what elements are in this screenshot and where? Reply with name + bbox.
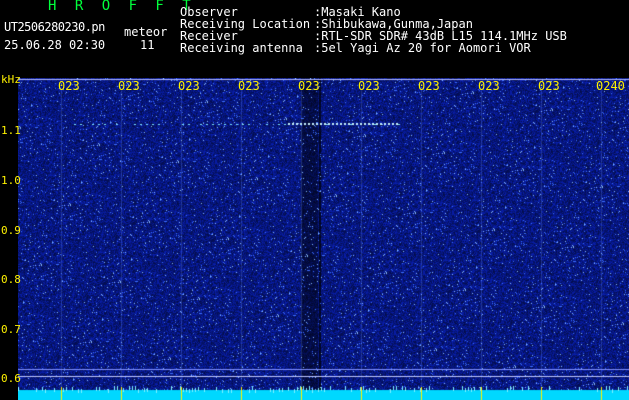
y-tick-label: 0.8 [1, 273, 21, 286]
time-tick-label: 023 [238, 79, 260, 93]
time-tick-label: 023 [538, 79, 560, 93]
time-tick-label: 023 [358, 79, 380, 93]
y-tick-label: 0.9 [1, 224, 21, 237]
y-tick-label: 1.1 [1, 124, 21, 137]
time-tick-label: 023 [478, 79, 500, 93]
time-tick-label: 023 [298, 79, 320, 93]
meteor-count: 11 [140, 38, 155, 52]
time-tick-label: 023 [178, 79, 200, 93]
time-tick-label: 023 [118, 79, 140, 93]
observation-datetime: 25.06.28 02:30 [4, 38, 106, 52]
y-tick-label: 1.0 [1, 174, 21, 187]
y-tick-label: 0.6 [1, 372, 21, 385]
app-title: H R O F F T [48, 0, 196, 14]
meteor-label: meteor [124, 25, 168, 39]
time-tick-label: 023 [58, 79, 80, 93]
antenna-label: Receiving antenna [180, 41, 303, 55]
time-tick-label: 023 [418, 79, 440, 93]
spectrogram-plot [18, 78, 629, 400]
antenna-value: :5el Yagi Az 20 for Aomori VOR [314, 41, 531, 55]
y-tick-label: 0.7 [1, 323, 21, 336]
time-tick-label: 0240 [596, 79, 625, 93]
hrofft-window: H R O F F T UT2506280230.pn meteor 25.06… [0, 0, 629, 400]
y-axis-unit: kHz [1, 73, 21, 86]
file-name: UT2506280230.pn [4, 20, 105, 34]
